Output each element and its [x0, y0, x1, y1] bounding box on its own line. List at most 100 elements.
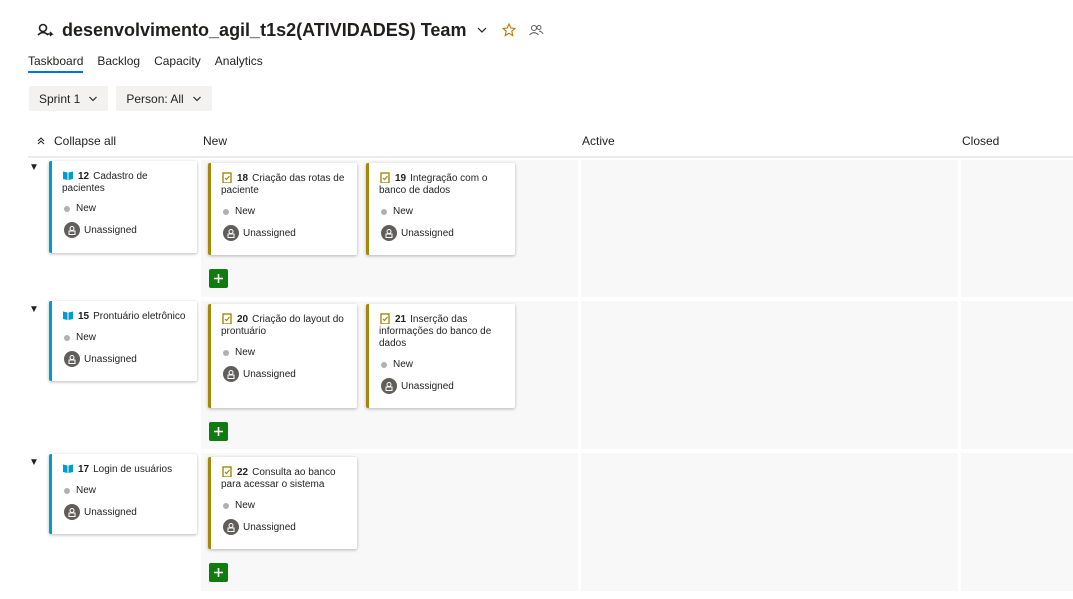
state-indicator: New [223, 500, 255, 511]
task-card[interactable]: 19 Integração com o banco de dados New Un… [366, 163, 515, 255]
book-icon [62, 170, 74, 181]
page-title: desenvolvimento_agil_t1s2(ATIVIDADES) Te… [62, 19, 467, 40]
work-item-title[interactable]: Login de usuários [93, 464, 172, 475]
state-label: New [235, 500, 256, 511]
work-item-id: 21 [395, 314, 407, 325]
state-label: New [235, 347, 256, 358]
double-chevron-up-icon [36, 136, 46, 146]
state-dot [223, 349, 229, 356]
state-indicator: New [64, 485, 96, 496]
state-label: New [76, 203, 97, 214]
work-item-id: 12 [78, 171, 90, 182]
state-indicator: New [223, 206, 255, 217]
state-dot [223, 208, 229, 215]
assigned-to[interactable]: Unassigned [381, 225, 454, 241]
plus-icon [214, 274, 223, 283]
sprint-dropdown[interactable]: Sprint 1 [29, 86, 109, 111]
state-dot [381, 361, 387, 368]
state-indicator: New [223, 347, 255, 358]
lane-collapse-toggle[interactable]: ▼ [29, 457, 39, 468]
tab-analytics[interactable]: Analytics [215, 54, 263, 73]
state-label: New [235, 206, 256, 217]
lane-cell-active [581, 453, 958, 591]
tab-taskboard[interactable]: Taskboard [28, 54, 84, 73]
assigned-to[interactable]: Unassigned [223, 519, 296, 535]
task-card[interactable]: 20 Criação do layout do prontuário New Un… [208, 304, 357, 408]
tab-backlog[interactable]: Backlog [97, 54, 140, 73]
story-card[interactable]: 17 Login de usuários New Unassigned [49, 454, 197, 534]
avatar [381, 378, 397, 394]
add-task-button[interactable] [209, 269, 228, 288]
state-dot [64, 205, 70, 212]
lane-cell-closed [961, 160, 1073, 297]
work-item-id: 18 [237, 173, 249, 184]
collapse-all-label: Collapse all [54, 134, 117, 148]
book-icon [62, 310, 74, 321]
column-header-active: Active [582, 134, 615, 148]
chevron-down-icon [88, 94, 98, 104]
work-item-id: 20 [237, 314, 249, 325]
collapse-all-button[interactable]: Collapse all [36, 126, 116, 156]
assignee-label: Unassigned [84, 506, 137, 518]
state-indicator: New [64, 203, 96, 214]
filter-bar: Sprint 1 Person: All [29, 86, 220, 111]
work-item-title[interactable]: Prontuário eletrônico [93, 311, 185, 322]
assigned-to[interactable]: Unassigned [223, 225, 296, 241]
person-dropdown-label: Person: All [126, 91, 184, 106]
chevron-down-icon [192, 94, 202, 104]
assigned-to[interactable]: Unassigned [381, 378, 454, 394]
work-item-id: 22 [237, 467, 249, 478]
column-header-new: New [203, 134, 228, 148]
assignee-label: Unassigned [243, 227, 296, 239]
avatar [223, 519, 239, 535]
work-item-id: 17 [78, 464, 90, 475]
lane-collapse-toggle[interactable]: ▼ [29, 304, 39, 315]
avatar [223, 366, 239, 382]
task-card[interactable]: 21 Inserção das informações do banco de d… [366, 304, 515, 408]
assigned-to[interactable]: Unassigned [223, 366, 296, 382]
work-item-title[interactable]: Cadastro de pacientes [62, 171, 148, 194]
avatar [64, 222, 80, 238]
assigned-to[interactable]: Unassigned [64, 504, 137, 520]
state-label: New [76, 332, 97, 343]
lane-cell-closed [961, 301, 1073, 449]
task-icon [221, 466, 233, 478]
assignee-label: Unassigned [401, 380, 454, 392]
assigned-to[interactable]: Unassigned [64, 222, 137, 238]
assignee-label: Unassigned [243, 368, 296, 380]
work-item-id: 19 [395, 173, 407, 184]
work-item-id: 15 [78, 311, 90, 322]
lane-cell-active [581, 160, 958, 297]
state-dot [64, 334, 70, 341]
task-card[interactable]: 18 Criação das rotas de paciente New Unas… [208, 163, 357, 255]
state-dot [223, 502, 229, 509]
assignee-label: Unassigned [401, 227, 454, 239]
state-label: New [393, 206, 414, 217]
task-icon [221, 172, 233, 184]
avatar [381, 225, 397, 241]
assignee-label: Unassigned [84, 353, 137, 365]
lane-collapse-toggle[interactable]: ▼ [29, 162, 39, 173]
add-task-button[interactable] [209, 422, 228, 441]
avatar [64, 504, 80, 520]
story-card[interactable]: 12 Cadastro de pacientes New Unassigned [49, 161, 197, 253]
team-icon [36, 21, 54, 39]
people-icon[interactable] [528, 23, 544, 37]
state-dot [64, 487, 70, 494]
task-icon [221, 313, 233, 325]
lane-cell-active [581, 301, 958, 449]
assignee-label: Unassigned [243, 521, 296, 533]
person-dropdown[interactable]: Person: All [116, 86, 212, 111]
state-label: New [76, 485, 97, 496]
story-card[interactable]: 15 Prontuário eletrônico New Unassigned [49, 301, 197, 381]
chevron-down-icon[interactable] [476, 24, 488, 36]
assigned-to[interactable]: Unassigned [64, 351, 137, 367]
state-indicator: New [64, 332, 96, 343]
add-task-button[interactable] [209, 563, 228, 582]
state-label: New [393, 359, 414, 370]
star-icon[interactable] [502, 23, 517, 37]
plus-icon [214, 568, 223, 577]
column-header-closed: Closed [962, 134, 1000, 148]
tab-capacity[interactable]: Capacity [154, 54, 201, 73]
task-card[interactable]: 22 Consulta ao banco para acessar o siste… [208, 457, 357, 549]
